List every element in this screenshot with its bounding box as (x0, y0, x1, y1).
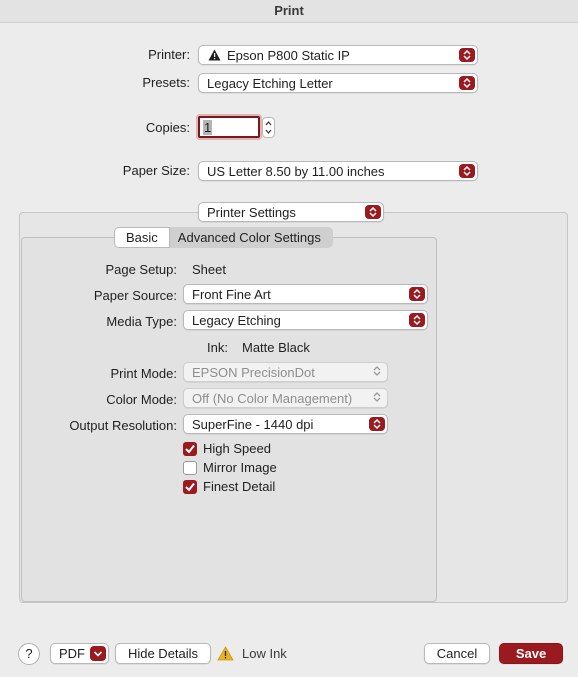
paper-source-label: Paper Source: (93, 288, 177, 303)
copies-value: 1 (203, 120, 213, 135)
window-title: Print (274, 3, 304, 18)
cancel-button[interactable]: Cancel (424, 643, 490, 664)
chevron-updown-icon (409, 313, 425, 327)
chevron-updown-icon (369, 417, 385, 431)
warning-icon (208, 49, 221, 64)
output-resolution-value: SuperFine - 1440 dpi (192, 417, 314, 432)
paper-size-popup[interactable]: US Letter 8.50 by 11.00 inches (198, 161, 478, 181)
chevron-updown-icon (459, 48, 475, 62)
chevron-updown-icon (365, 205, 381, 219)
presets-value: Legacy Etching Letter (207, 76, 333, 91)
media-type-value: Legacy Etching (192, 313, 281, 328)
copies-label: Copies: (145, 120, 190, 135)
chevron-updown-icon (372, 365, 384, 379)
copies-field[interactable]: 1 (198, 116, 260, 138)
output-resolution-popup[interactable]: SuperFine - 1440 dpi (183, 414, 388, 434)
presets-popup[interactable]: Legacy Etching Letter (198, 73, 478, 93)
output-resolution-label: Output Resolution: (69, 418, 177, 433)
presets-label: Presets: (142, 75, 190, 90)
chevron-updown-icon (372, 391, 384, 405)
chevron-updown-icon (409, 287, 425, 301)
status-text: Low Ink (242, 646, 287, 661)
color-mode-label: Color Mode: (106, 392, 177, 407)
high-speed-checkbox[interactable] (183, 442, 197, 456)
section-popup[interactable]: Printer Settings (198, 202, 384, 222)
printer-popup[interactable]: Epson P800 Static IP (198, 45, 478, 65)
ink-label: Ink: (207, 340, 228, 355)
mirror-image-checkbox[interactable] (183, 461, 197, 475)
warning-icon (217, 646, 234, 664)
page-setup-label: Page Setup: (105, 262, 177, 277)
hide-details-button[interactable]: Hide Details (115, 643, 211, 664)
color-mode-popup: Off (No Color Management) (183, 388, 388, 408)
tab-segment: Basic Advanced Color Settings (114, 227, 333, 248)
media-type-popup[interactable]: Legacy Etching (183, 310, 428, 330)
ink-value: Matte Black (242, 340, 310, 355)
print-mode-value: EPSON PrecisionDot (192, 365, 315, 380)
finest-detail-checkbox[interactable] (183, 480, 197, 494)
chevron-down-icon (90, 646, 106, 661)
printer-value: Epson P800 Static IP (227, 48, 350, 63)
title-bar: Print (0, 0, 578, 23)
tab-advanced-color-settings[interactable]: Advanced Color Settings (169, 227, 333, 248)
copies-stepper[interactable] (262, 117, 275, 138)
pdf-label: PDF (59, 646, 85, 661)
paper-source-value: Front Fine Art (192, 287, 271, 302)
finest-detail-label: Finest Detail (203, 479, 276, 494)
paper-size-value: US Letter 8.50 by 11.00 inches (207, 164, 385, 179)
chevron-updown-icon (459, 76, 475, 90)
mirror-image-label: Mirror Image (203, 460, 277, 475)
paper-source-popup[interactable]: Front Fine Art (183, 284, 428, 304)
page-setup-value: Sheet (192, 262, 226, 277)
print-mode-label: Print Mode: (110, 366, 177, 381)
media-type-label: Media Type: (106, 314, 177, 329)
color-mode-value: Off (No Color Management) (192, 391, 353, 406)
printer-label: Printer: (148, 47, 190, 62)
help-button[interactable]: ? (18, 643, 40, 665)
chevron-updown-icon (459, 164, 475, 178)
save-button[interactable]: Save (499, 643, 563, 664)
print-mode-popup: EPSON PrecisionDot (183, 362, 388, 382)
paper-size-label: Paper Size: (122, 163, 190, 178)
tab-basic[interactable]: Basic (114, 227, 170, 248)
section-value: Printer Settings (207, 205, 296, 220)
high-speed-label: High Speed (203, 441, 271, 456)
pdf-menu-button[interactable]: PDF (50, 643, 109, 664)
